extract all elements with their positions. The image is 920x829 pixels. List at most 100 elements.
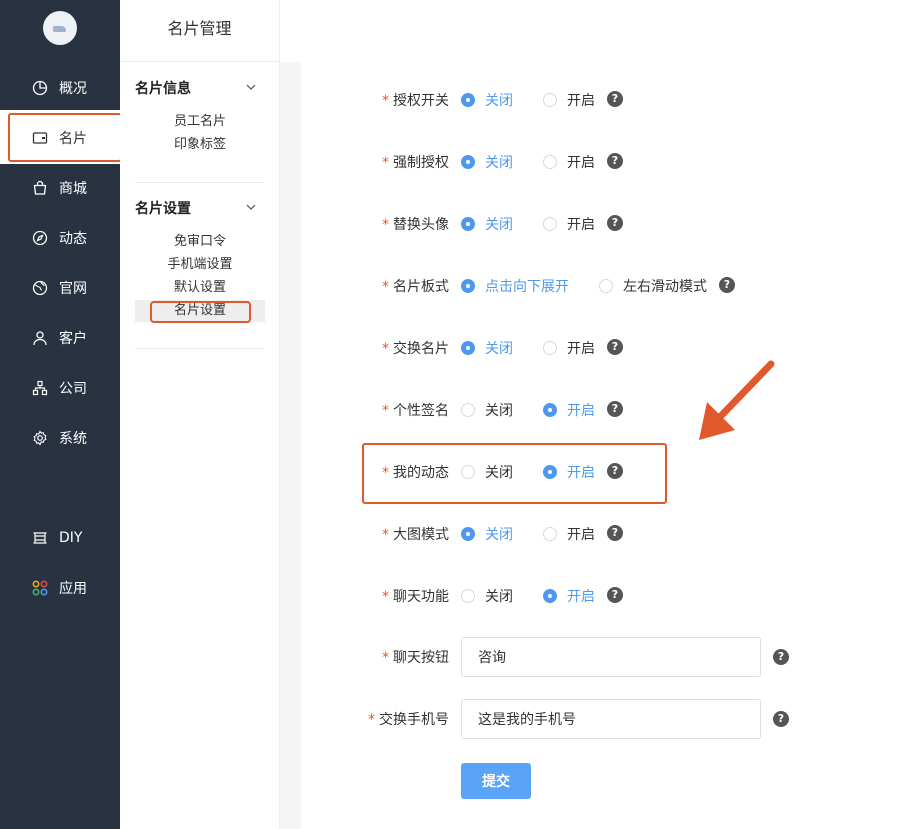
radio-dot[interactable] bbox=[461, 589, 475, 603]
nav-item-feed[interactable]: 动态 bbox=[32, 228, 87, 248]
radio-label: 关闭 bbox=[485, 589, 513, 605]
diy-icon bbox=[32, 530, 48, 546]
radio-option[interactable]: 开启 bbox=[543, 152, 595, 172]
radio-dot[interactable] bbox=[461, 341, 475, 355]
group-title-card-info[interactable]: 名片信息 bbox=[135, 78, 191, 98]
radio-label: 开启 bbox=[567, 589, 595, 605]
nav-item-system[interactable]: 系统 bbox=[32, 428, 87, 448]
radio-dot[interactable] bbox=[461, 527, 475, 541]
form-label: * 交换名片 bbox=[382, 341, 449, 357]
help-icon[interactable]: ? bbox=[607, 215, 623, 231]
exchange-phone-input[interactable] bbox=[461, 699, 761, 739]
radio-option[interactable]: 开启 bbox=[543, 586, 595, 606]
sub-link-employee-cards[interactable]: 员工名片 bbox=[135, 111, 265, 133]
form-label: * 大图模式 bbox=[382, 527, 449, 543]
form-label: * 授权开关 bbox=[382, 93, 449, 109]
nav-item-company[interactable]: 公司 bbox=[32, 378, 87, 398]
radio-option[interactable]: 关闭 bbox=[461, 524, 513, 544]
help-icon[interactable]: ? bbox=[607, 339, 623, 355]
radio-dot[interactable] bbox=[461, 155, 475, 169]
divider bbox=[135, 348, 264, 349]
sub-link-exempt-code[interactable]: 免审口令 bbox=[135, 231, 265, 253]
chevron-down-icon[interactable] bbox=[245, 81, 257, 93]
radio-label: 关闭 bbox=[485, 155, 513, 171]
sub-link-impression-tags[interactable]: 印象标签 bbox=[135, 134, 265, 156]
sub-link-default-settings[interactable]: 默认设置 bbox=[135, 277, 265, 299]
logo-avatar[interactable] bbox=[43, 11, 77, 45]
radio-option[interactable]: 左右滑动模式 bbox=[599, 276, 707, 296]
radio-option[interactable]: 关闭 bbox=[461, 214, 513, 234]
radio-label: 点击向下展开 bbox=[485, 279, 569, 295]
sub-sidebar: 名片管理 名片信息 员工名片 印象标签 bbox=[120, 0, 280, 829]
sub-link-mobile-settings[interactable]: 手机端设置 bbox=[135, 254, 265, 276]
help-icon[interactable]: ? bbox=[607, 525, 623, 541]
radio-option[interactable]: 开启 bbox=[543, 338, 595, 358]
nav-label: 系统 bbox=[59, 431, 87, 447]
nav-label: 官网 bbox=[59, 281, 87, 297]
org-chart-icon bbox=[32, 380, 48, 396]
radio-label: 左右滑动模式 bbox=[623, 279, 707, 295]
submit-button[interactable]: 提交 bbox=[461, 763, 531, 799]
content-gutter bbox=[280, 62, 301, 829]
radio-label: 开启 bbox=[567, 155, 595, 171]
nav-item-apps[interactable]: 应用 bbox=[32, 578, 87, 598]
nav-item-overview[interactable]: 概况 bbox=[32, 78, 87, 98]
radio-label: 开启 bbox=[567, 93, 595, 109]
radio-option[interactable]: 开启 bbox=[543, 90, 595, 110]
radio-label: 关闭 bbox=[485, 527, 513, 543]
radio-dot[interactable] bbox=[599, 279, 613, 293]
radio-dot[interactable] bbox=[461, 93, 475, 107]
help-icon[interactable]: ? bbox=[607, 587, 623, 603]
radio-label: 开启 bbox=[567, 341, 595, 357]
radio-option[interactable]: 开启 bbox=[543, 214, 595, 234]
nav-item-mall[interactable]: 商城 bbox=[32, 178, 87, 198]
form-label: * 强制授权 bbox=[382, 155, 449, 171]
nav-label: 公司 bbox=[59, 381, 87, 397]
user-icon bbox=[32, 330, 48, 346]
radio-dot[interactable] bbox=[543, 217, 557, 231]
radio-option[interactable]: 关闭 bbox=[461, 90, 513, 110]
radio-dot[interactable] bbox=[543, 589, 557, 603]
form-label: * 替换头像 bbox=[382, 217, 449, 233]
radio-option[interactable]: 开启 bbox=[543, 400, 595, 420]
nav-item-customers[interactable]: 客户 bbox=[32, 328, 87, 348]
nav-item-diy[interactable]: DIY bbox=[32, 528, 82, 548]
help-icon[interactable]: ? bbox=[607, 401, 623, 417]
help-icon[interactable]: ? bbox=[773, 649, 789, 665]
radio-option[interactable]: 关闭 bbox=[461, 400, 513, 420]
radio-option[interactable]: 关闭 bbox=[461, 586, 513, 606]
chevron-down-icon[interactable] bbox=[245, 201, 257, 213]
pie-chart-icon bbox=[32, 80, 48, 96]
sub-link-highlight-box bbox=[150, 301, 251, 323]
divider bbox=[135, 182, 264, 183]
radio-dot[interactable] bbox=[461, 403, 475, 417]
form-label: * 个性签名 bbox=[382, 403, 449, 419]
nav-label: DIY bbox=[59, 530, 83, 546]
radio-option[interactable]: 开启 bbox=[543, 524, 595, 544]
radio-dot[interactable] bbox=[461, 279, 475, 293]
radio-label: 关闭 bbox=[485, 93, 513, 109]
radio-dot[interactable] bbox=[543, 341, 557, 355]
radio-option[interactable]: 点击向下展开 bbox=[461, 276, 569, 296]
help-icon[interactable]: ? bbox=[719, 277, 735, 293]
form-label: * 交换手机号 bbox=[368, 712, 449, 728]
nav-label: 概况 bbox=[59, 81, 87, 97]
help-icon[interactable]: ? bbox=[607, 153, 623, 169]
radio-dot[interactable] bbox=[543, 93, 557, 107]
radio-label: 开启 bbox=[567, 403, 595, 419]
nav-label: 应用 bbox=[59, 581, 87, 597]
radio-dot[interactable] bbox=[461, 217, 475, 231]
apps-icon bbox=[32, 580, 48, 596]
radio-option[interactable]: 关闭 bbox=[461, 152, 513, 172]
nav-highlight-box bbox=[8, 113, 122, 162]
chat-button-input[interactable] bbox=[461, 637, 761, 677]
radio-dot[interactable] bbox=[543, 155, 557, 169]
help-icon[interactable]: ? bbox=[607, 91, 623, 107]
arrow-annotation bbox=[699, 360, 775, 440]
help-icon[interactable]: ? bbox=[773, 711, 789, 727]
group-title-card-settings[interactable]: 名片设置 bbox=[135, 198, 191, 218]
radio-dot[interactable] bbox=[543, 527, 557, 541]
radio-option[interactable]: 关闭 bbox=[461, 338, 513, 358]
radio-dot[interactable] bbox=[543, 403, 557, 417]
nav-item-website[interactable]: 官网 bbox=[32, 278, 87, 298]
